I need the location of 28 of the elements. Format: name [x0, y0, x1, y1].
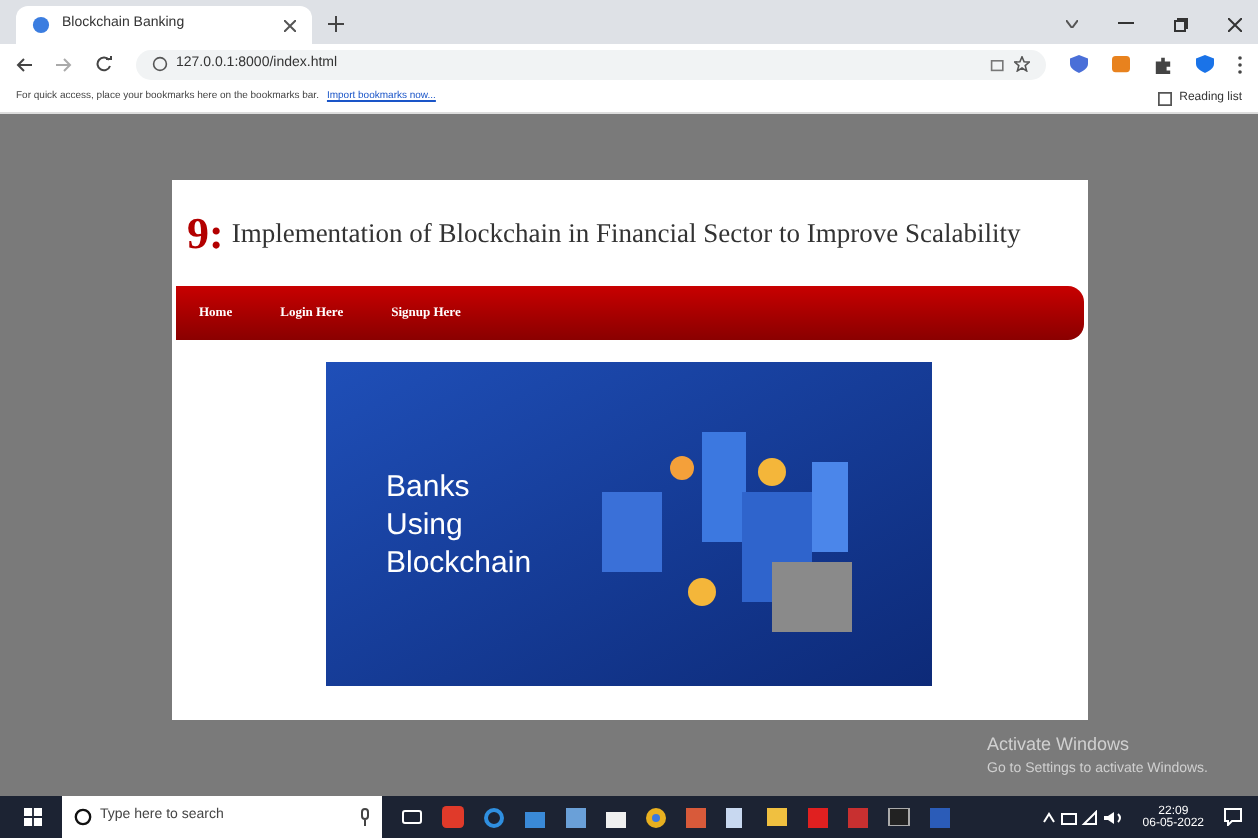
search-icon: [74, 808, 92, 826]
shield-icon[interactable]: [1196, 54, 1214, 74]
page-title: Implementation of Blockchain in Financial Sector to Improve Scalability: [231, 215, 1021, 252]
close-icon[interactable]: [284, 19, 296, 31]
shield-icon[interactable]: [1070, 54, 1088, 74]
microphone-icon[interactable]: [360, 808, 370, 826]
puzzle-icon[interactable]: [1154, 55, 1172, 73]
info-icon: [152, 56, 168, 72]
notification-icon[interactable]: [1224, 808, 1242, 826]
system-tray-icons[interactable]: [1042, 809, 1123, 825]
restore-icon[interactable]: [1174, 18, 1188, 32]
star-icon[interactable]: [1014, 56, 1030, 72]
reading-list-icon: [1157, 91, 1172, 105]
close-icon[interactable]: [1228, 18, 1242, 32]
share-icon[interactable]: [990, 56, 1006, 72]
back-arrow-icon[interactable]: [16, 57, 32, 71]
reload-icon[interactable]: [96, 56, 112, 72]
task-view-icon[interactable]: [402, 810, 422, 824]
banner-text: Blockchain: [386, 543, 532, 581]
browser-icon[interactable]: [484, 807, 504, 827]
logo: 9:: [187, 212, 224, 256]
windows-start-icon[interactable]: [24, 808, 42, 826]
new-tab-icon[interactable]: [328, 16, 344, 32]
banner-text: Using: [386, 505, 465, 543]
activation-watermark-title: Activate Windows: [987, 732, 1132, 758]
chevron-down-icon[interactable]: [1066, 20, 1078, 28]
globe-icon: [32, 16, 50, 34]
banner-text: Banks: [386, 467, 472, 505]
